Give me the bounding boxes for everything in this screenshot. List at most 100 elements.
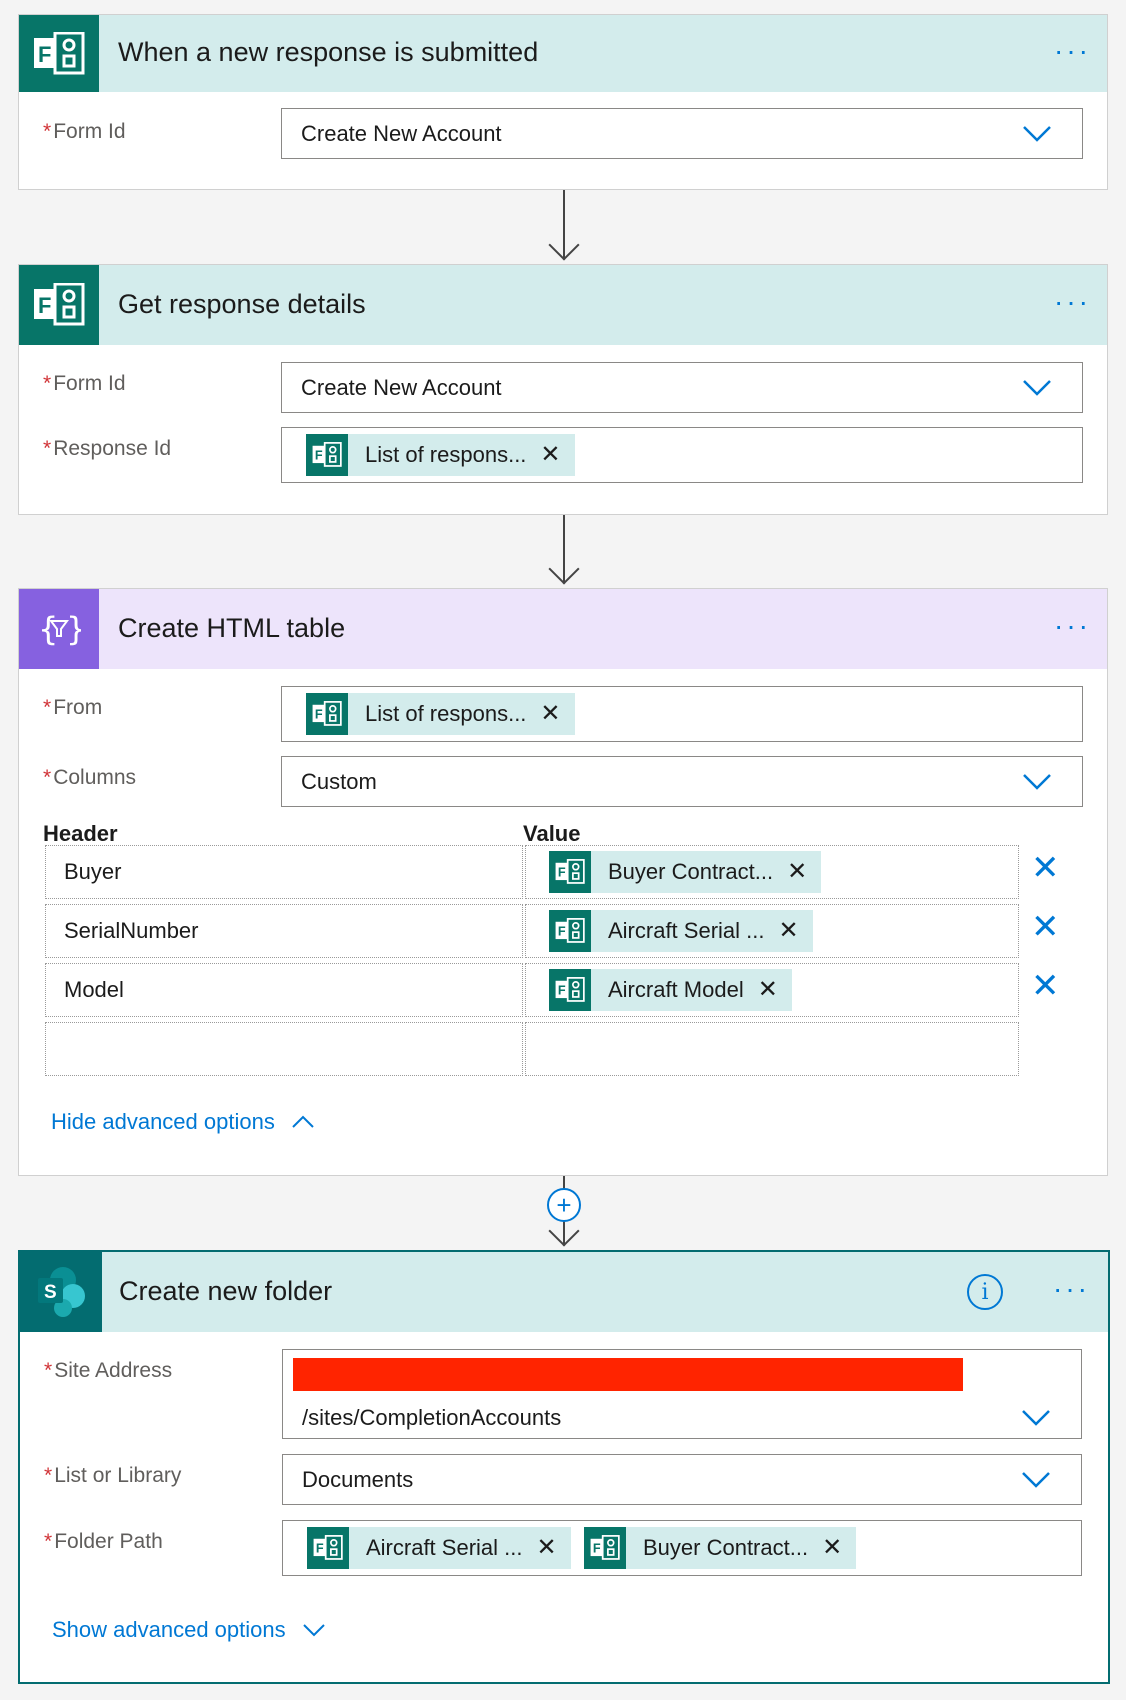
close-icon[interactable]: ✕ <box>536 1536 556 1560</box>
close-icon[interactable]: ✕ <box>540 443 560 467</box>
dynamic-content-token[interactable]: F Aircraft Serial ... ✕ <box>549 910 813 952</box>
svg-text:F: F <box>315 708 323 722</box>
close-icon[interactable]: ✕ <box>540 702 560 726</box>
arrow-down-icon <box>548 229 580 261</box>
step-card-html-table: {} Create HTML table ··· *From F List of… <box>18 588 1108 1176</box>
more-options-icon[interactable]: ··· <box>1054 610 1091 642</box>
close-icon[interactable]: ✕ <box>787 860 807 884</box>
forms-icon: F <box>19 265 99 345</box>
step-card-new-response: F When a new response is submitted ··· *… <box>18 14 1108 190</box>
from-input[interactable]: F List of respons... ✕ <box>281 686 1083 742</box>
list-library-label: *List or Library <box>44 1464 181 1488</box>
svg-text:F: F <box>558 984 566 998</box>
header-cell[interactable]: Model <box>45 963 523 1017</box>
chevron-down-icon[interactable] <box>1021 1471 1051 1489</box>
value-column-title: Value <box>523 821 581 846</box>
token-label: List of respons... <box>365 701 527 726</box>
response-id-label: *Response Id <box>43 437 171 461</box>
list-library-dropdown[interactable]: Documents <box>282 1454 1082 1505</box>
required-mark: * <box>44 1530 53 1553</box>
more-options-icon[interactable]: ··· <box>1054 34 1091 66</box>
step-card-create-folder: S Create new folder i ··· *Site Address … <box>18 1250 1110 1684</box>
header-cell-empty[interactable] <box>45 1022 523 1076</box>
close-icon[interactable]: ✕ <box>822 1536 842 1560</box>
svg-text:F: F <box>558 925 566 939</box>
from-label: *From <box>43 696 102 720</box>
form-id-label: *Form Id <box>43 120 126 144</box>
chevron-down-icon[interactable] <box>1022 125 1052 143</box>
folder-path-label-text: Folder Path <box>54 1530 163 1553</box>
value-cell[interactable]: F Buyer Contract... ✕ <box>525 845 1019 899</box>
forms-icon: F <box>19 15 99 92</box>
step-header[interactable]: S Create new folder i ··· <box>20 1252 1108 1332</box>
step-header[interactable]: {} Create HTML table ··· <box>19 589 1107 669</box>
value-cell[interactable]: F Aircraft Model ✕ <box>525 963 1019 1017</box>
step-card-get-response: F Get response details ··· *Form Id Crea… <box>18 264 1108 515</box>
dynamic-content-token[interactable]: F List of respons... ✕ <box>306 434 575 476</box>
form-id-dropdown[interactable]: Create New Account <box>281 108 1083 159</box>
hide-advanced-options-link[interactable]: Hide advanced options <box>51 1109 315 1135</box>
dynamic-content-token[interactable]: F Buyer Contract... ✕ <box>549 851 822 893</box>
more-options-icon[interactable]: ··· <box>1053 1273 1090 1305</box>
hide-advanced-options-text: Hide advanced options <box>51 1109 275 1134</box>
value-cell-empty[interactable] <box>525 1022 1019 1076</box>
svg-text:F: F <box>315 449 323 463</box>
header-column-title: Header <box>43 821 118 846</box>
dynamic-content-token[interactable]: F Aircraft Serial ... ✕ <box>307 1527 571 1569</box>
close-icon[interactable]: ✕ <box>778 919 798 943</box>
show-advanced-options-link[interactable]: Show advanced options <box>52 1617 326 1643</box>
header-cell[interactable]: SerialNumber <box>45 904 523 958</box>
list-library-label-text: List or Library <box>54 1464 182 1487</box>
dynamic-content-token[interactable]: F Buyer Contract... ✕ <box>584 1527 857 1569</box>
chevron-down-icon <box>302 1624 325 1637</box>
token-label: Aircraft Model <box>608 977 744 1002</box>
value-cell[interactable]: F Aircraft Serial ... ✕ <box>525 904 1019 958</box>
step-title: Create new folder <box>119 1276 333 1306</box>
step-header[interactable]: F When a new response is submitted ··· <box>19 15 1107 92</box>
response-id-input[interactable]: F List of respons... ✕ <box>281 427 1083 483</box>
required-mark: * <box>43 696 52 719</box>
forms-icon: F <box>306 693 348 735</box>
dynamic-content-token[interactable]: F List of respons... ✕ <box>306 693 575 735</box>
svg-text:F: F <box>593 1542 601 1556</box>
folder-path-input[interactable]: F Aircraft Serial ... ✕ F Buyer Contract… <box>282 1520 1082 1576</box>
chevron-down-icon[interactable] <box>1022 379 1052 397</box>
site-address-dropdown[interactable]: /sites/CompletionAccounts <box>282 1349 1082 1439</box>
form-id-label: *Form Id <box>43 372 126 396</box>
delete-row-icon[interactable]: ✕ <box>1031 910 1060 944</box>
delete-row-icon[interactable]: ✕ <box>1031 969 1060 1003</box>
close-icon[interactable]: ✕ <box>758 978 778 1002</box>
form-id-dropdown[interactable]: Create New Account <box>281 362 1083 413</box>
arrow-down-icon <box>548 1215 580 1247</box>
delete-row-icon[interactable]: ✕ <box>1031 851 1060 885</box>
svg-text:F: F <box>38 42 51 67</box>
columns-value: Custom <box>301 768 377 794</box>
response-id-label-text: Response Id <box>53 437 172 460</box>
token-label: Buyer Contract... <box>643 1535 809 1560</box>
step-header[interactable]: F Get response details ··· <box>19 265 1107 345</box>
svg-text:F: F <box>558 866 566 880</box>
from-label-text: From <box>53 696 103 719</box>
more-options-icon[interactable]: ··· <box>1054 286 1091 318</box>
columns-label: *Columns <box>43 766 136 790</box>
form-id-label-text: Form Id <box>53 120 126 143</box>
step-title: Create HTML table <box>118 613 346 643</box>
chevron-down-icon[interactable] <box>1022 773 1052 791</box>
show-advanced-options-text: Show advanced options <box>52 1617 286 1642</box>
required-mark: * <box>44 1464 53 1487</box>
required-mark: * <box>43 372 52 395</box>
required-mark: * <box>43 437 52 460</box>
info-icon[interactable]: i <box>967 1274 1003 1310</box>
form-id-value: Create New Account <box>301 120 502 146</box>
chevron-down-icon[interactable] <box>1021 1409 1051 1427</box>
columns-dropdown[interactable]: Custom <box>281 756 1083 807</box>
forms-icon: F <box>549 910 591 952</box>
header-cell[interactable]: Buyer <box>45 845 523 899</box>
arrow-down-icon <box>548 553 580 585</box>
list-library-value: Documents <box>302 1466 414 1492</box>
dynamic-content-token[interactable]: F Aircraft Model ✕ <box>549 969 792 1011</box>
required-mark: * <box>44 1359 53 1382</box>
form-id-value: Create New Account <box>301 374 502 400</box>
forms-icon: F <box>584 1527 626 1569</box>
svg-text:F: F <box>316 1542 324 1556</box>
